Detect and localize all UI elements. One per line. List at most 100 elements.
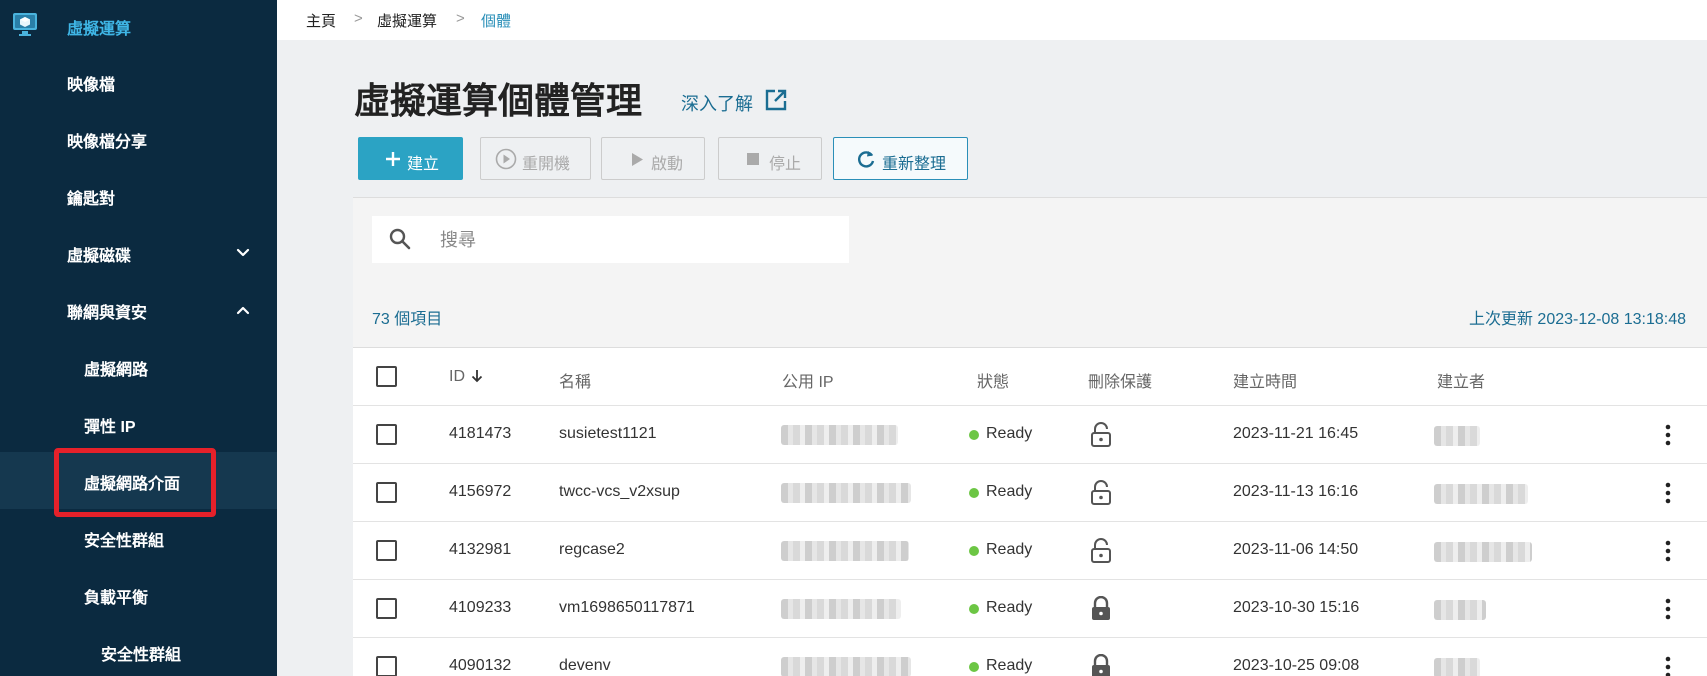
table-row[interactable]: 4109233 vm1698650117871 Ready 2023-10-30…	[353, 579, 1707, 637]
unlocked-icon[interactable]	[1090, 422, 1112, 448]
learn-more-link[interactable]: 深入了解	[681, 90, 753, 116]
column-header-delete-protection[interactable]: 刪除保護	[1088, 368, 1152, 392]
row-checkbox[interactable]	[376, 656, 397, 676]
sidebar-item-elastic-ip[interactable]: 彈性 IP	[0, 395, 277, 452]
sidebar-item-virtual-disks[interactable]: 虛擬磁碟	[0, 224, 277, 281]
instances-table: ID 名稱 公用 IP 狀態 刪除保護 建立時間 建立者 4181473 sus…	[353, 347, 1707, 676]
more-options-icon[interactable]	[1665, 424, 1671, 446]
instance-name[interactable]: vm1698650117871	[559, 599, 695, 617]
sidebar-item-label: 虛擬磁碟	[67, 248, 132, 265]
sidebar-item-image-sharing[interactable]: 映像檔分享	[0, 110, 277, 167]
locked-icon[interactable]	[1090, 596, 1112, 622]
status-ready-dot	[969, 488, 979, 498]
sidebar-item-label: 虛擬網路	[84, 362, 149, 379]
column-header-status[interactable]: 狀態	[977, 368, 1009, 392]
reboot-button[interactable]: 重開機	[480, 137, 591, 180]
more-options-icon[interactable]	[1665, 656, 1671, 676]
blurred-public-ip	[781, 541, 909, 561]
status-ready-dot	[969, 430, 979, 440]
item-count: 73 個項目	[372, 311, 443, 328]
row-checkbox[interactable]	[376, 598, 397, 619]
start-button[interactable]: 啟動	[601, 137, 705, 180]
start-button-label: 啟動	[651, 156, 684, 173]
breadcrumb-home[interactable]: 主頁	[306, 10, 336, 31]
create-button[interactable]: 建立	[358, 137, 463, 180]
sidebar-item-security-groups[interactable]: 安全性群組	[0, 509, 277, 566]
status-ready-dot	[969, 662, 979, 672]
sidebar-item-label: 彈性 IP	[84, 419, 136, 436]
status-ready-dot	[969, 604, 979, 614]
plus-icon	[386, 152, 400, 166]
sidebar-item-key-pairs[interactable]: 鑰匙對	[0, 167, 277, 224]
chevron-down-icon[interactable]	[236, 246, 250, 260]
sidebar: 虛擬運算 映像檔 映像檔分享 鑰匙對 虛擬磁碟 聯網與資安 虛擬網路 彈性 IP…	[0, 0, 277, 676]
instance-name[interactable]: twcc-vcs_v2xsup	[559, 483, 680, 501]
status-badge: Ready	[986, 541, 1033, 558]
breadcrumb-current: 個體	[481, 13, 512, 30]
refresh-icon	[858, 151, 875, 168]
external-link-icon[interactable]	[764, 88, 788, 112]
sidebar-title: 虛擬運算	[67, 21, 132, 38]
sidebar-item-label: 安全性群組	[84, 533, 165, 550]
table-row[interactable]: 4090132 devenv Ready 2023-10-25 09:08	[353, 637, 1707, 676]
highlight-box	[54, 448, 216, 517]
status-badge: Ready	[986, 599, 1033, 616]
blurred-creator	[1434, 658, 1480, 676]
row-checkbox[interactable]	[376, 424, 397, 445]
more-options-icon[interactable]	[1665, 482, 1671, 504]
blurred-creator	[1434, 600, 1486, 620]
table-row[interactable]: 4156972 twcc-vcs_v2xsup Ready 2023-11-13…	[353, 463, 1707, 521]
last-update-time: 上次更新 2023-12-08 13:18:48	[1468, 311, 1686, 328]
instance-id: 4181473	[449, 425, 512, 442]
refresh-button-label: 重新整理	[882, 156, 947, 173]
instance-id: 4132981	[449, 541, 512, 558]
blurred-public-ip	[781, 483, 911, 503]
sidebar-item-load-balancing[interactable]: 負載平衡	[0, 566, 277, 623]
select-all-checkbox[interactable]	[376, 366, 397, 387]
column-header-created-time[interactable]: 建立時間	[1233, 368, 1297, 392]
status-badge: Ready	[986, 425, 1033, 442]
sort-down-icon	[471, 370, 483, 383]
sidebar-item-networking-security[interactable]: 聯網與資安	[0, 281, 277, 338]
column-header-creator[interactable]: 建立者	[1437, 368, 1485, 392]
create-button-label: 建立	[407, 156, 440, 173]
created-time: 2023-11-21 16:45	[1233, 425, 1359, 442]
instance-name[interactable]: susietest1121	[559, 425, 657, 443]
created-time: 2023-10-25 09:08	[1233, 657, 1360, 674]
locked-icon[interactable]	[1090, 654, 1112, 676]
sidebar-item-images[interactable]: 映像檔	[0, 53, 277, 110]
column-header-name[interactable]: 名稱	[559, 368, 591, 392]
blurred-creator	[1434, 426, 1480, 446]
more-options-icon[interactable]	[1665, 598, 1671, 620]
unlocked-icon[interactable]	[1090, 538, 1112, 564]
instance-name[interactable]: devenv	[559, 657, 611, 675]
column-header-id[interactable]: ID	[449, 368, 483, 386]
sidebar-item-label: 鑰匙對	[67, 191, 116, 208]
search-input[interactable]	[440, 226, 820, 254]
breadcrumb-section[interactable]: 虛擬運算	[377, 10, 437, 31]
unlocked-icon[interactable]	[1090, 480, 1112, 506]
instance-id: 4109233	[449, 599, 512, 616]
play-circle-icon	[495, 148, 517, 170]
refresh-button[interactable]: 重新整理	[833, 137, 968, 180]
column-header-public-ip[interactable]: 公用 IP	[782, 368, 834, 392]
sidebar-header[interactable]: 虛擬運算	[0, 0, 277, 48]
table-row[interactable]: 4181473 susietest1121 Ready 2023-11-21 1…	[353, 405, 1707, 463]
sidebar-item-label: 聯網與資安	[67, 305, 148, 322]
more-options-icon[interactable]	[1665, 540, 1671, 562]
stop-icon	[747, 153, 759, 165]
instance-name[interactable]: regcase2	[559, 541, 625, 559]
chevron-up-icon[interactable]	[236, 303, 250, 317]
blurred-public-ip	[781, 425, 898, 445]
sidebar-item-label: 映像檔分享	[67, 134, 148, 151]
row-checkbox[interactable]	[376, 540, 397, 561]
row-checkbox[interactable]	[376, 482, 397, 503]
stop-button[interactable]: 停止	[718, 137, 822, 180]
created-time: 2023-11-06 14:50	[1233, 541, 1359, 558]
status-badge: Ready	[986, 483, 1033, 500]
sidebar-item-virtual-network[interactable]: 虛擬網路	[0, 338, 277, 395]
table-row[interactable]: 4132981 regcase2 Ready 2023-11-06 14:50	[353, 521, 1707, 579]
blurred-creator	[1434, 542, 1532, 562]
virtual-compute-icon	[13, 13, 37, 36]
sidebar-item-lb-security-groups[interactable]: 安全性群組	[0, 623, 277, 676]
